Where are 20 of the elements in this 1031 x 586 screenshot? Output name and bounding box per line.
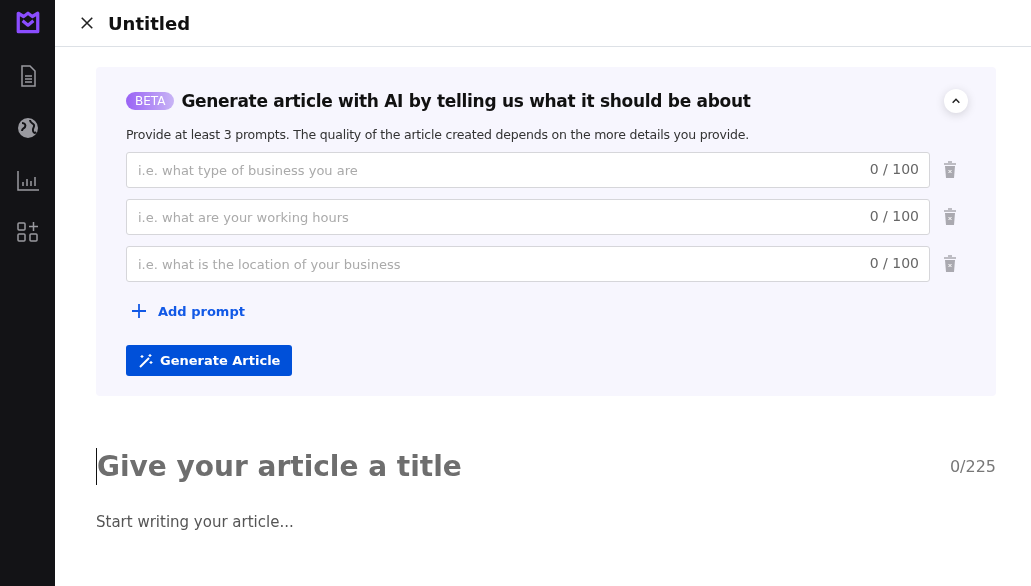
title-counter: 0/225 (949, 457, 996, 476)
add-apps-icon[interactable] (15, 220, 40, 244)
generate-article-button[interactable]: Generate Article (126, 345, 293, 376)
logo-icon[interactable] (14, 10, 41, 36)
panel-title: Generate article with AI by telling us what it should be about (181, 91, 751, 111)
character-counter: 0 / 100 (869, 208, 919, 224)
plus-icon (131, 303, 147, 319)
close-icon[interactable] (80, 16, 94, 30)
beta-badge: BETA (126, 92, 175, 110)
bar-chart-icon[interactable] (15, 168, 40, 192)
document-title: Untitled (108, 12, 191, 34)
chevron-up-icon (951, 96, 961, 106)
collapse-button[interactable] (944, 89, 968, 113)
character-counter: 0 / 100 (869, 255, 919, 271)
article-title-field[interactable]: Give your article a title (96, 448, 950, 485)
character-counter: 0 / 100 (869, 161, 919, 177)
add-prompt-link[interactable]: Add prompt (131, 303, 245, 319)
panel-hint: Provide at least 3 prompts. The quality of the article created depends on the more details you provide. (126, 127, 750, 142)
globe-icon[interactable] (15, 116, 40, 140)
magic-wand-icon (138, 352, 154, 369)
